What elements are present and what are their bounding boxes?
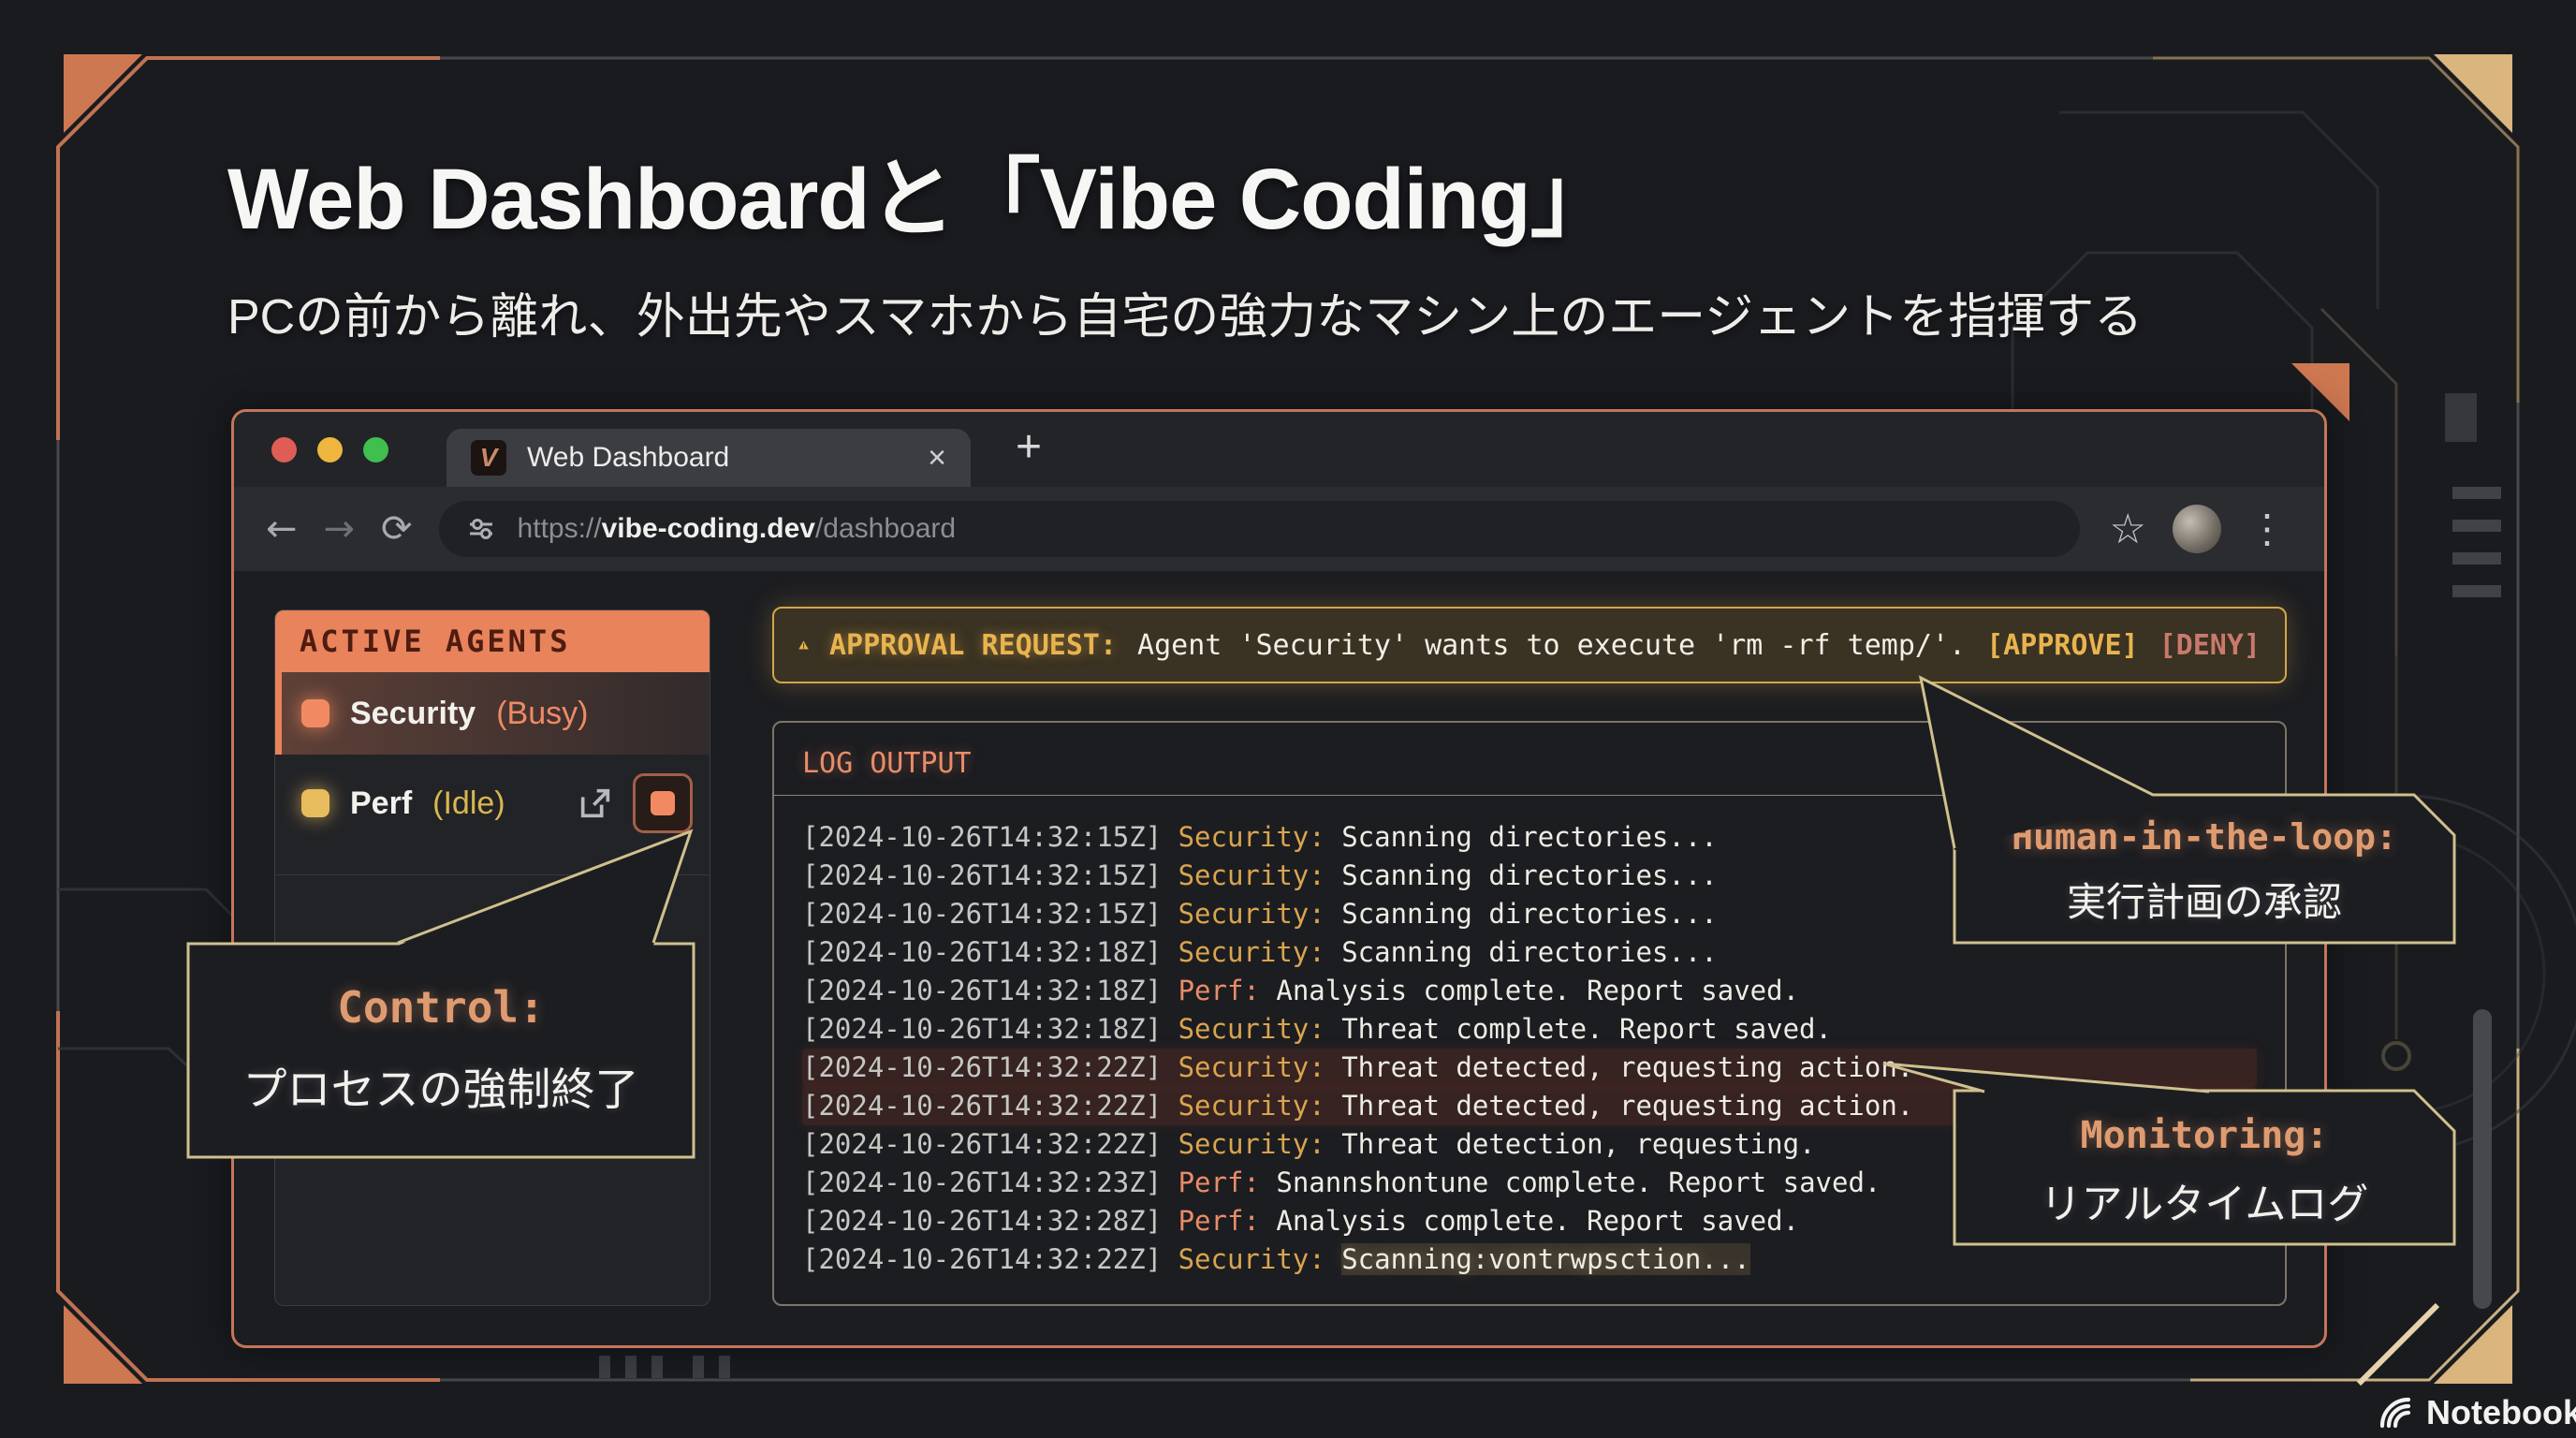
log-agent-label: Security:: [1178, 936, 1325, 968]
browser-tabstrip: V Web Dashboard × +: [234, 412, 2324, 487]
log-agent-label: Security:: [1178, 1051, 1325, 1083]
slide: Web Dashboardと「Vibe Coding」 PCの前から離れ、外出先…: [0, 0, 2576, 1438]
log-agent-label: Perf:: [1178, 1205, 1260, 1237]
callout-monitor-body: リアルタイムログ: [1952, 1170, 2457, 1230]
callout-human-in-the-loop: Human-in-the-loop: 実行計画の承認: [1952, 792, 2457, 946]
warning-icon: [798, 626, 809, 664]
log-timestamp: [2024-10-26T14:32:15Z]: [802, 859, 1162, 891]
log-agent-label: Security:: [1178, 1243, 1325, 1275]
log-timestamp: [2024-10-26T14:32:15Z]: [802, 898, 1162, 930]
profile-avatar[interactable]: [2173, 505, 2221, 553]
log-output-header: LOG OUTPUT: [774, 723, 2285, 795]
browser-menu-icon[interactable]: ⋮: [2247, 509, 2287, 549]
agent-row-security[interactable]: Security (Busy): [275, 672, 710, 755]
notebooklm-watermark: NotebookLM: [2376, 1393, 2576, 1432]
log-message: Snannshontune complete. Report saved.: [1276, 1167, 1881, 1198]
agent-status-dot: [301, 789, 329, 817]
sidebar-divider: [275, 874, 710, 875]
log-agent-label: Security:: [1178, 898, 1325, 930]
log-timestamp: [2024-10-26T14:32:22Z]: [802, 1051, 1162, 1083]
agent-row-perf[interactable]: Perf (Idle): [275, 755, 710, 852]
approve-button[interactable]: [APPROVE]: [1986, 629, 2139, 662]
log-message: Threat detected, requesting action.: [1341, 1090, 1913, 1122]
log-message: Threat detected, requesting action.: [1341, 1051, 1913, 1083]
watermark-text: NotebookLM: [2426, 1393, 2576, 1432]
callout-hitl-body: 実行計画の承認: [1952, 871, 2457, 928]
callout-monitor-title: Monitoring:: [1952, 1114, 2457, 1157]
browser-toolbar: ← → ⟳ https://vibe-coding.dev/dashboard …: [234, 487, 2324, 571]
log-timestamp: [2024-10-26T14:32:15Z]: [802, 821, 1162, 853]
log-timestamp: [2024-10-26T14:32:23Z]: [802, 1167, 1162, 1198]
agent-controls: [577, 773, 693, 833]
log-line: [2024-10-26T14:32:18Z] Security: Threat …: [802, 1010, 2257, 1049]
log-timestamp: [2024-10-26T14:32:18Z]: [802, 1013, 1162, 1045]
log-message: Scanning directories...: [1341, 898, 1718, 930]
reload-icon[interactable]: ⟳: [381, 507, 413, 550]
stop-agent-button[interactable]: [633, 773, 693, 833]
log-message: Threat complete. Report saved.: [1341, 1013, 1832, 1045]
log-agent-label: Perf:: [1178, 1167, 1260, 1198]
agent-status: (Busy): [496, 696, 588, 732]
log-message: Scanning directories...: [1341, 936, 1718, 968]
log-timestamp: [2024-10-26T14:32:18Z]: [802, 936, 1162, 968]
agent-name: Security: [350, 696, 476, 732]
tab-title: Web Dashboard: [527, 442, 915, 474]
browser-tab[interactable]: V Web Dashboard ×: [446, 429, 971, 487]
log-timestamp: [2024-10-26T14:32:28Z]: [802, 1205, 1162, 1237]
log-message: Threat detection, requesting.: [1341, 1128, 1815, 1160]
callout-control-body: プロセスの強制終了: [185, 1053, 696, 1118]
url-path: /dashboard: [815, 513, 956, 544]
callout-hitl-title: Human-in-the-loop:: [1952, 816, 2457, 858]
url-text: https://vibe-coding.dev/dashboard: [518, 513, 957, 545]
bookmark-star-icon[interactable]: ☆: [2110, 506, 2146, 553]
new-tab-button[interactable]: +: [1016, 421, 1042, 473]
log-message: Scanning:vontrwpsction...: [1341, 1243, 1750, 1275]
deny-button[interactable]: [DENY]: [2159, 629, 2261, 662]
window-minimize-button[interactable]: [317, 437, 343, 462]
log-agent-label: Perf:: [1178, 975, 1260, 1006]
log-timestamp: [2024-10-26T14:32:22Z]: [802, 1243, 1162, 1275]
agent-name: Perf: [350, 785, 412, 822]
log-agent-label: Security:: [1178, 1090, 1325, 1122]
tab-favicon-icon: V: [471, 440, 506, 476]
log-line: [2024-10-26T14:32:22Z] Security: Threat …: [802, 1049, 2257, 1087]
open-external-icon[interactable]: [577, 785, 614, 822]
tab-close-icon[interactable]: ×: [928, 440, 946, 477]
log-message: Scanning directories...: [1341, 821, 1718, 853]
approval-message: Agent 'Security' wants to execute 'rm -r…: [1137, 629, 1966, 662]
url-host: vibe-coding.dev: [602, 513, 815, 544]
slide-subtitle: PCの前から離れ、外出先やスマホから自宅の強力なマシン上のエージェントを指揮する: [227, 277, 2143, 347]
site-settings-icon[interactable]: [465, 513, 497, 545]
log-message: Scanning directories...: [1341, 859, 1718, 891]
log-timestamp: [2024-10-26T14:32:22Z]: [802, 1090, 1162, 1122]
log-message: Analysis complete. Report saved.: [1276, 975, 1799, 1006]
active-agents-header: ACTIVE AGENTS: [275, 610, 710, 672]
agent-status: (Idle): [432, 785, 505, 822]
log-agent-label: Security:: [1178, 859, 1325, 891]
url-scheme: https://: [518, 513, 602, 544]
log-line: [2024-10-26T14:32:18Z] Perf: Analysis co…: [802, 972, 2257, 1010]
window-maximize-button[interactable]: [363, 437, 388, 462]
agent-status-dot: [301, 699, 329, 727]
back-icon[interactable]: ←: [266, 507, 298, 550]
callout-control: Control: プロセスの強制終了: [185, 941, 696, 1160]
log-timestamp: [2024-10-26T14:32:22Z]: [802, 1128, 1162, 1160]
log-agent-label: Security:: [1178, 1128, 1325, 1160]
log-agent-label: Security:: [1178, 1013, 1325, 1045]
notebooklm-logo-icon: [2376, 1393, 2415, 1432]
approval-request-banner: APPROVAL REQUEST: Agent 'Security' wants…: [772, 607, 2287, 683]
approval-label: APPROVAL REQUEST:: [829, 629, 1117, 662]
slide-title: Web Dashboardと「Vibe Coding」: [227, 129, 1616, 254]
callout-control-title: Control:: [185, 982, 696, 1033]
agent-list: Security (Busy) Perf (Idle): [275, 672, 710, 852]
forward-icon[interactable]: →: [324, 507, 356, 550]
window-close-button[interactable]: [271, 437, 297, 462]
callout-monitoring: Monitoring: リアルタイムログ: [1952, 1088, 2457, 1247]
log-message: Analysis complete. Report saved.: [1276, 1205, 1799, 1237]
window-controls: [271, 437, 388, 462]
stop-icon: [651, 791, 675, 815]
address-bar[interactable]: https://vibe-coding.dev/dashboard: [439, 501, 2080, 557]
log-timestamp: [2024-10-26T14:32:18Z]: [802, 975, 1162, 1006]
log-agent-label: Security:: [1178, 821, 1325, 853]
